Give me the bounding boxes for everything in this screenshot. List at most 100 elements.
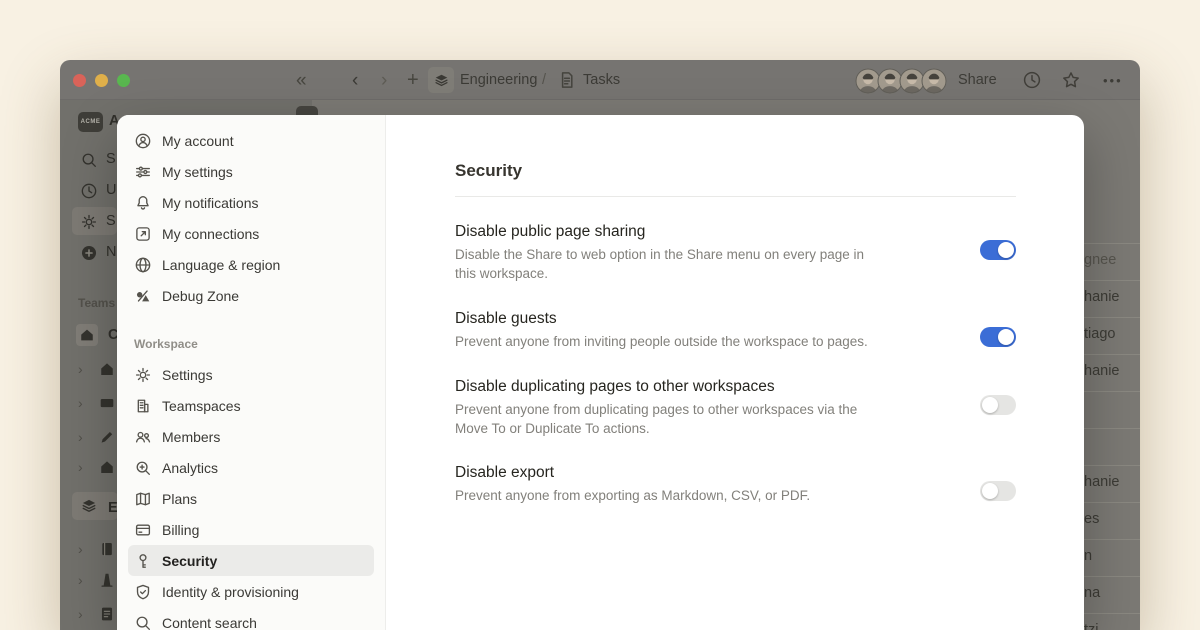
settings-menu-item-my-connections[interactable]: My connections <box>128 218 374 249</box>
nav-back-button[interactable]: ‹ <box>352 60 358 100</box>
gear-icon[interactable] <box>80 213 98 231</box>
house-icon[interactable] <box>98 458 116 476</box>
setting-row: Disable duplicating pages to other works… <box>455 378 1016 439</box>
home-filled-icon[interactable] <box>76 324 98 346</box>
settings-menu-item-members[interactable]: Members <box>128 421 374 452</box>
workspace-logo[interactable]: ACME <box>78 112 103 132</box>
settings-menu-item-security[interactable]: Security <box>128 545 374 576</box>
clock-icon[interactable] <box>80 182 98 200</box>
zoom-window-button[interactable] <box>117 74 130 87</box>
toggle-knob <box>998 242 1014 258</box>
toggle-knob <box>982 483 998 499</box>
setting-toggle[interactable] <box>980 327 1016 347</box>
chevron-right-icon[interactable]: › <box>78 542 83 556</box>
settings-menu-item-analytics[interactable]: Analytics <box>128 452 374 483</box>
settings-menu-item-debug-zone[interactable]: Debug Zone <box>128 280 374 311</box>
arrow-up-right-box-icon <box>134 225 152 243</box>
chevron-right-icon[interactable]: › <box>78 396 83 410</box>
nav-forward-button[interactable]: › <box>381 60 387 100</box>
table-cell-fragment: es <box>1084 502 1140 539</box>
avatar[interactable] <box>921 68 947 94</box>
breadcrumb-space[interactable]: Engineering <box>460 60 537 100</box>
chevron-right-icon[interactable]: › <box>78 430 83 444</box>
memo-icon[interactable] <box>98 605 116 623</box>
setting-row: Disable public page sharing Disable the … <box>455 223 1016 284</box>
globe-icon <box>134 256 152 274</box>
table-cell-fragment: tzi <box>1084 613 1140 630</box>
sidebar-collapse-icon[interactable]: « <box>296 60 307 100</box>
magnifier-icon[interactable] <box>80 151 98 169</box>
gear-icon <box>134 366 152 384</box>
settings-menu-workspace-section: Settings Teamspaces Members Analytics Pl… <box>117 359 385 630</box>
settings-menu-item-my-notifications[interactable]: My notifications <box>128 187 374 218</box>
sidebar-item-label[interactable]: N <box>106 244 116 260</box>
menu-item-label: Billing <box>162 522 199 538</box>
building-icon <box>134 397 152 415</box>
setting-toggle[interactable] <box>980 481 1016 501</box>
settings-menu-item-language-region[interactable]: Language & region <box>128 249 374 280</box>
debug-icon <box>134 287 152 305</box>
settings-modal: My account My settings My notifications … <box>117 115 1084 630</box>
toggle-knob <box>982 397 998 413</box>
pencil-icon[interactable] <box>98 428 116 446</box>
chevron-right-icon[interactable]: › <box>78 362 83 376</box>
table-cell-fragment: na <box>1084 576 1140 613</box>
settings-menu-item-content-search[interactable]: Content search <box>128 607 374 630</box>
breadcrumb-separator: / <box>542 60 546 100</box>
menu-item-label: My connections <box>162 226 259 242</box>
chevron-right-icon[interactable]: › <box>78 573 83 587</box>
menu-item-label: Settings <box>162 367 213 383</box>
clock-icon[interactable] <box>1022 70 1042 90</box>
close-window-button[interactable] <box>73 74 86 87</box>
menu-item-label: Language & region <box>162 257 280 273</box>
setting-toggle[interactable] <box>980 240 1016 260</box>
people-icon <box>134 428 152 446</box>
book-icon[interactable] <box>98 540 116 558</box>
house-icon[interactable] <box>98 360 116 378</box>
settings-menu-item-my-account[interactable]: My account <box>128 125 374 156</box>
setting-row: Disable guests Prevent anyone from invit… <box>455 310 1016 352</box>
setting-toggle[interactable] <box>980 395 1016 415</box>
chevron-right-icon[interactable]: › <box>78 460 83 474</box>
sidebar-item-label[interactable]: S <box>106 151 116 167</box>
menu-item-label: Security <box>162 553 217 569</box>
menu-item-label: Debug Zone <box>162 288 239 304</box>
setting-description: Prevent anyone from inviting people outs… <box>455 333 868 352</box>
chevron-right-icon[interactable]: › <box>78 607 83 621</box>
menu-item-label: Analytics <box>162 460 218 476</box>
person-circle-icon <box>134 132 152 150</box>
page-title: Security <box>455 161 1016 181</box>
tower-icon[interactable] <box>98 571 116 589</box>
layers-icon[interactable] <box>80 497 98 515</box>
toggle-knob <box>998 329 1014 345</box>
minimize-window-button[interactable] <box>95 74 108 87</box>
star-icon[interactable] <box>1061 70 1081 90</box>
setting-description: Prevent anyone from duplicating pages to… <box>455 401 887 439</box>
settings-menu-item-plans[interactable]: Plans <box>128 483 374 514</box>
share-button[interactable]: Share <box>958 60 997 100</box>
sidebar-item-label[interactable]: U <box>106 182 116 198</box>
settings-menu-item-teamspaces[interactable]: Teamspaces <box>128 390 374 421</box>
settings-menu-item-identity-provisioning[interactable]: Identity & provisioning <box>128 576 374 607</box>
settings-menu-item-settings[interactable]: Settings <box>128 359 374 390</box>
menu-item-label: My account <box>162 133 234 149</box>
magnifier-plus-icon <box>134 459 152 477</box>
breadcrumb-page[interactable]: Tasks <box>583 60 620 100</box>
sidebar-item-label[interactable]: S <box>106 213 116 229</box>
setting-row: Disable export Prevent anyone from expor… <box>455 464 1016 506</box>
menu-item-label: Members <box>162 429 220 445</box>
window-titlebar: « ‹ › + Engineering / Tasks Share ••• <box>60 60 1140 100</box>
settings-menu-item-my-settings[interactable]: My settings <box>128 156 374 187</box>
map-icon <box>134 490 152 508</box>
table-cell-fragment: tiago <box>1084 317 1140 354</box>
teamspace-layers-icon[interactable] <box>428 67 454 93</box>
sliders-icon <box>134 163 152 181</box>
add-tab-button[interactable]: + <box>407 60 419 100</box>
more-options-icon[interactable]: ••• <box>1103 60 1123 100</box>
settings-menu-item-billing[interactable]: Billing <box>128 514 374 545</box>
settings-main-panel: Security Disable public page sharing Dis… <box>386 115 1084 630</box>
plus-circle-icon[interactable] <box>80 244 98 262</box>
divider <box>455 196 1016 197</box>
keyboard-icon[interactable] <box>98 394 116 412</box>
menu-item-label: Plans <box>162 491 197 507</box>
